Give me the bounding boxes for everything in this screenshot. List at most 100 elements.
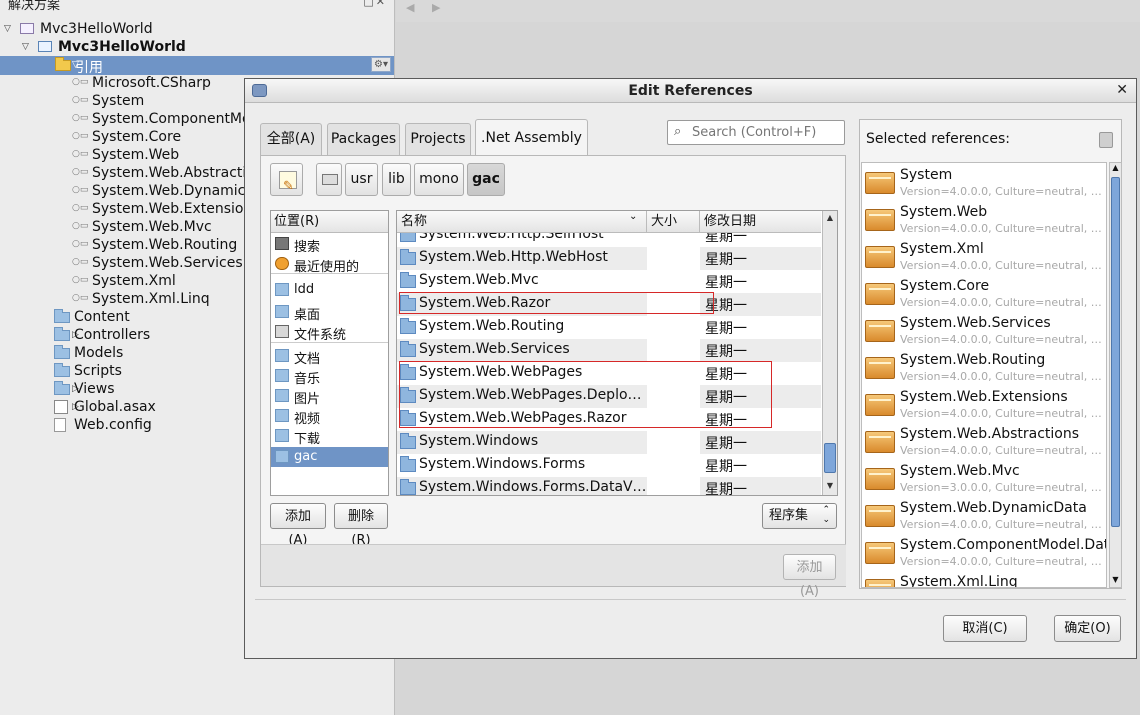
cancel-button[interactable]: 取消(C) (943, 615, 1027, 642)
place-item[interactable]: 图片 (271, 386, 388, 407)
place-label: 视频 (294, 412, 321, 427)
reference-name: System.Web.Services (900, 315, 1051, 331)
selected-reference-item[interactable]: System.Web.DynamicData Version=4.0.0.0, C… (862, 498, 1106, 535)
scroll-down-icon[interactable]: ▼ (824, 481, 836, 493)
selected-reference-item[interactable]: System Version=4.0.0.0, Culture=neutral, … (862, 165, 1106, 202)
reference-name: System.Web.Routing (900, 352, 1046, 368)
column-modified[interactable]: 修改日期 (700, 211, 821, 233)
tab-packages[interactable]: Packages (327, 123, 400, 155)
scroll-thumb[interactable] (1111, 177, 1120, 527)
selected-reference-item[interactable]: System.Core Version=4.0.0.0, Culture=neut… (862, 276, 1106, 313)
pane-controls[interactable]: □✕ (363, 0, 387, 8)
selected-reference-item[interactable]: System.Web.Mvc Version=3.0.0.0, Culture=n… (862, 461, 1106, 498)
place-label: 音乐 (294, 372, 321, 387)
nav-forward-icon[interactable]: ▶ (432, 1, 440, 14)
reference-version: Version=4.0.0.0, Culture=neutral, Public… (900, 185, 1104, 198)
close-icon[interactable]: ✕ (1116, 82, 1128, 98)
folder-icon (275, 429, 289, 442)
path-lib-button[interactable]: lib (382, 163, 411, 196)
ok-button[interactable]: 确定(O) (1054, 615, 1121, 642)
path-root-button[interactable] (316, 163, 342, 196)
edit-path-button[interactable] (270, 163, 303, 202)
highlight-box-razor (399, 292, 714, 314)
expander-open-icon[interactable] (22, 41, 32, 53)
file-row[interactable]: System.Web.Http.WebHost 星期一 (397, 247, 821, 270)
file-row[interactable]: System.Web.Routing 星期一 (397, 316, 821, 339)
selected-reference-item[interactable]: System.Web.Abstractions Version=4.0.0.0, … (862, 424, 1106, 461)
solution-explorer-header: 解决方案 □✕ (0, 0, 394, 13)
column-size[interactable]: 大小 (647, 211, 700, 233)
place-item[interactable]: 搜索 (271, 234, 388, 255)
place-item[interactable]: ldd (271, 280, 388, 300)
file-row[interactable]: System.Windows.Forms.DataVisualization 星期… (397, 477, 821, 495)
file-name: System.Windows.Forms (419, 456, 586, 472)
dialog-title: Edit References (628, 83, 753, 99)
reference-version: Version=4.0.0.0, Culture=neutral, Public… (900, 222, 1104, 235)
search-input[interactable] (690, 123, 840, 142)
trash-icon[interactable] (1099, 132, 1113, 148)
file-row[interactable]: System.Web.Mvc 星期一 (397, 270, 821, 293)
dialog-titlebar[interactable]: Edit References ✕ (245, 79, 1136, 103)
place-item[interactable]: gac (271, 447, 388, 467)
tree-item[interactable]: Mvc3HelloWorld (0, 38, 394, 57)
tree-item[interactable]: 引用⚙▾ (0, 56, 394, 76)
expander-open-icon[interactable] (4, 23, 14, 35)
selected-reference-item[interactable]: System.Xml Version=4.0.0.0, Culture=neutr… (862, 239, 1106, 276)
gear-icon[interactable]: ⚙▾ (371, 57, 391, 72)
filter-select[interactable]: 程序集 ⌃ ⌄ (762, 503, 837, 529)
place-item[interactable]: 音乐 (271, 366, 388, 387)
selected-list-scrollbar[interactable]: ▲ ▼ (1109, 162, 1122, 588)
folder-icon (54, 345, 70, 359)
scroll-down-icon[interactable]: ▼ (1110, 575, 1121, 584)
reference-name: System.Web.Extensions (900, 389, 1068, 405)
scroll-up-icon[interactable]: ▲ (1110, 163, 1121, 172)
file-list: 名称 ⌄ 大小 修改日期 System.Web.Http.SelfHost 星期一… (396, 210, 838, 496)
nav-back-icon[interactable]: ◀ (406, 1, 414, 14)
place-item[interactable]: 文档 (271, 346, 388, 367)
tree-item-label: Mvc3HelloWorld (58, 39, 186, 55)
remove-bookmark-button[interactable]: 删除(R) (334, 503, 388, 548)
file-list-scrollbar[interactable]: ▲ ▼ (822, 211, 837, 495)
place-item[interactable]: 最近使用的 (271, 254, 388, 275)
selected-reference-item[interactable]: System.Web Version=4.0.0.0, Culture=neutr… (862, 202, 1106, 239)
selected-reference-item[interactable]: System.ComponentModel.DataAnnotations Ver… (862, 535, 1106, 572)
place-label: gac (294, 449, 318, 464)
file-size-cell (647, 247, 700, 270)
folder-icon (275, 283, 289, 296)
tree-item-label: Views (74, 381, 115, 397)
folder-icon (275, 409, 289, 422)
path-gac-button[interactable]: gac (467, 163, 505, 196)
places-header[interactable]: 位置(R) (271, 211, 388, 233)
add-reference-button[interactable]: 添加(A) (783, 554, 836, 599)
place-item[interactable]: 视频 (271, 406, 388, 427)
highlight-box-webpages (399, 361, 772, 428)
scroll-thumb[interactable] (824, 443, 836, 473)
place-item[interactable]: 下载 (271, 426, 388, 447)
place-item[interactable]: 桌面 (271, 302, 388, 323)
places-sidebar: 位置(R) 搜索 最近使用的 ldd 桌面 文件系统文档音乐 图片视频 下载 gac (270, 210, 389, 496)
tab-all[interactable]: 全部(A) (260, 123, 322, 155)
file-row[interactable]: System.Windows.Forms 星期一 (397, 454, 821, 477)
tree-item[interactable]: Mvc3HelloWorld (0, 20, 394, 39)
column-name[interactable]: 名称 (397, 211, 647, 233)
tab-net-assembly[interactable]: .Net Assembly (475, 119, 588, 156)
search-box[interactable]: ⌕ (667, 120, 845, 145)
file-row[interactable]: System.Web.Services 星期一 (397, 339, 821, 362)
tab-projects[interactable]: Projects (405, 123, 471, 155)
path-mono-button[interactable]: mono (414, 163, 464, 196)
file-list-header: 名称 ⌄ 大小 修改日期 (397, 211, 821, 233)
add-bookmark-button[interactable]: 添加(A) (270, 503, 326, 548)
folder-icon (275, 349, 289, 362)
place-item[interactable]: 文件系统 (271, 322, 388, 343)
selected-reference-item[interactable]: System.Web.Services Version=4.0.0.0, Cult… (862, 313, 1106, 350)
reference-name: System.Core (900, 278, 990, 294)
file-size-cell (647, 270, 700, 293)
file-row[interactable]: System.Windows 星期一 (397, 431, 821, 454)
editor-tab-strip (396, 0, 1140, 22)
scroll-up-icon[interactable]: ▲ (824, 213, 836, 225)
selected-reference-item[interactable]: System.Web.Extensions Version=4.0.0.0, Cu… (862, 387, 1106, 424)
selected-reference-item[interactable]: System.Web.Routing Version=4.0.0.0, Cultu… (862, 350, 1106, 387)
selected-reference-item[interactable]: System.Xml.LinqVersion=4.0.0.0, Culture=… (862, 572, 1106, 587)
file-size-cell (647, 477, 700, 495)
path-usr-button[interactable]: usr (345, 163, 378, 196)
